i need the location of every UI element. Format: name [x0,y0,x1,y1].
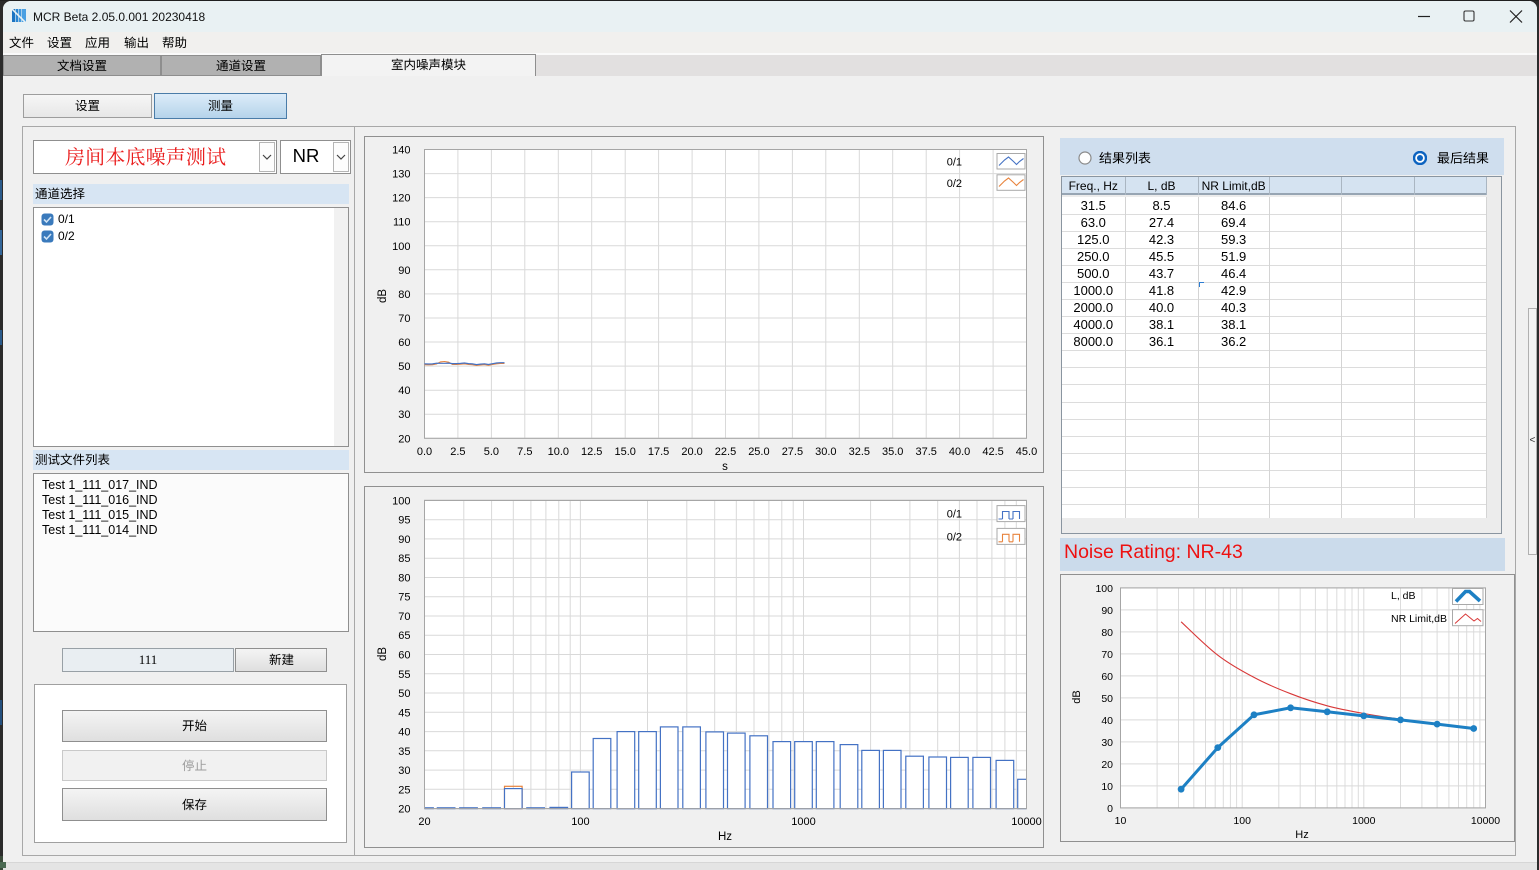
svg-text:37.5: 37.5 [915,446,936,458]
svg-text:0: 0 [1107,802,1113,814]
svg-text:140: 140 [392,145,410,157]
svg-text:50: 50 [398,688,410,700]
svg-text:NR Limit,dB: NR Limit,dB [1391,613,1447,625]
svg-text:Hz: Hz [718,831,732,843]
svg-text:70: 70 [1101,648,1113,660]
svg-text:25.0: 25.0 [748,446,769,458]
svg-text:65: 65 [398,630,410,642]
svg-text:70: 70 [398,313,410,325]
svg-text:Hz: Hz [1295,829,1308,841]
svg-text:20: 20 [418,816,430,828]
svg-text:90: 90 [398,534,410,546]
svg-text:12.5: 12.5 [581,446,602,458]
svg-text:20: 20 [398,804,410,816]
svg-text:5.0: 5.0 [484,446,499,458]
svg-text:0/2: 0/2 [947,178,962,190]
svg-text:80: 80 [398,573,410,585]
svg-text:dB: dB [1071,690,1083,703]
svg-text:30: 30 [398,765,410,777]
svg-text:40: 40 [1101,714,1113,726]
svg-text:100: 100 [1095,582,1113,594]
svg-text:110: 110 [393,217,411,229]
svg-text:40.0: 40.0 [949,446,970,458]
svg-text:20.0: 20.0 [681,446,702,458]
svg-text:20: 20 [398,433,410,445]
svg-text:30: 30 [1101,736,1113,748]
svg-text:10000: 10000 [1471,815,1500,827]
svg-text:45: 45 [398,707,410,719]
svg-text:90: 90 [1101,604,1113,616]
svg-text:10: 10 [1101,780,1113,792]
svg-text:50: 50 [1101,692,1113,704]
svg-text:100: 100 [571,816,589,828]
svg-text:0/1: 0/1 [947,509,962,521]
svg-text:15.0: 15.0 [614,446,635,458]
svg-text:35: 35 [398,746,410,758]
svg-text:2.5: 2.5 [450,446,465,458]
svg-text:100: 100 [392,241,410,253]
svg-text:50: 50 [398,361,410,373]
svg-text:10000: 10000 [1011,816,1042,828]
svg-text:100: 100 [392,495,410,507]
svg-text:0.0: 0.0 [417,446,432,458]
svg-text:70: 70 [398,611,410,623]
svg-text:45.0: 45.0 [1016,446,1037,458]
svg-text:1000: 1000 [1352,815,1376,827]
svg-text:60: 60 [398,650,410,662]
svg-text:75: 75 [398,592,410,604]
svg-text:90: 90 [398,265,410,277]
svg-text:80: 80 [398,289,410,301]
svg-text:17.5: 17.5 [648,446,669,458]
svg-text:10.0: 10.0 [548,446,569,458]
svg-text:10: 10 [1115,815,1127,827]
svg-text:32.5: 32.5 [849,446,870,458]
svg-text:22.5: 22.5 [715,446,736,458]
svg-text:80: 80 [1101,626,1113,638]
svg-text:0/2: 0/2 [947,532,962,544]
svg-text:30: 30 [398,409,410,421]
svg-text:60: 60 [1101,670,1113,682]
svg-text:60: 60 [398,337,410,349]
svg-text:40: 40 [398,385,410,397]
svg-text:27.5: 27.5 [782,446,803,458]
svg-text:7.5: 7.5 [517,446,532,458]
svg-text:dB: dB [377,289,389,303]
svg-text:s: s [722,461,728,473]
svg-text:L, dB: L, dB [1391,590,1416,602]
svg-text:55: 55 [398,669,410,681]
svg-text:25: 25 [398,784,410,796]
svg-text:35.0: 35.0 [882,446,903,458]
svg-text:95: 95 [398,515,410,527]
svg-text:0/1: 0/1 [947,157,962,169]
svg-text:100: 100 [1233,815,1251,827]
svg-text:20: 20 [1101,758,1113,770]
svg-text:42.5: 42.5 [982,446,1003,458]
svg-text:1000: 1000 [791,816,815,828]
svg-text:30.0: 30.0 [815,446,836,458]
svg-text:dB: dB [377,647,389,661]
svg-text:40: 40 [398,727,410,739]
svg-text:85: 85 [398,553,410,565]
svg-text:120: 120 [392,193,410,205]
svg-text:130: 130 [392,169,410,181]
